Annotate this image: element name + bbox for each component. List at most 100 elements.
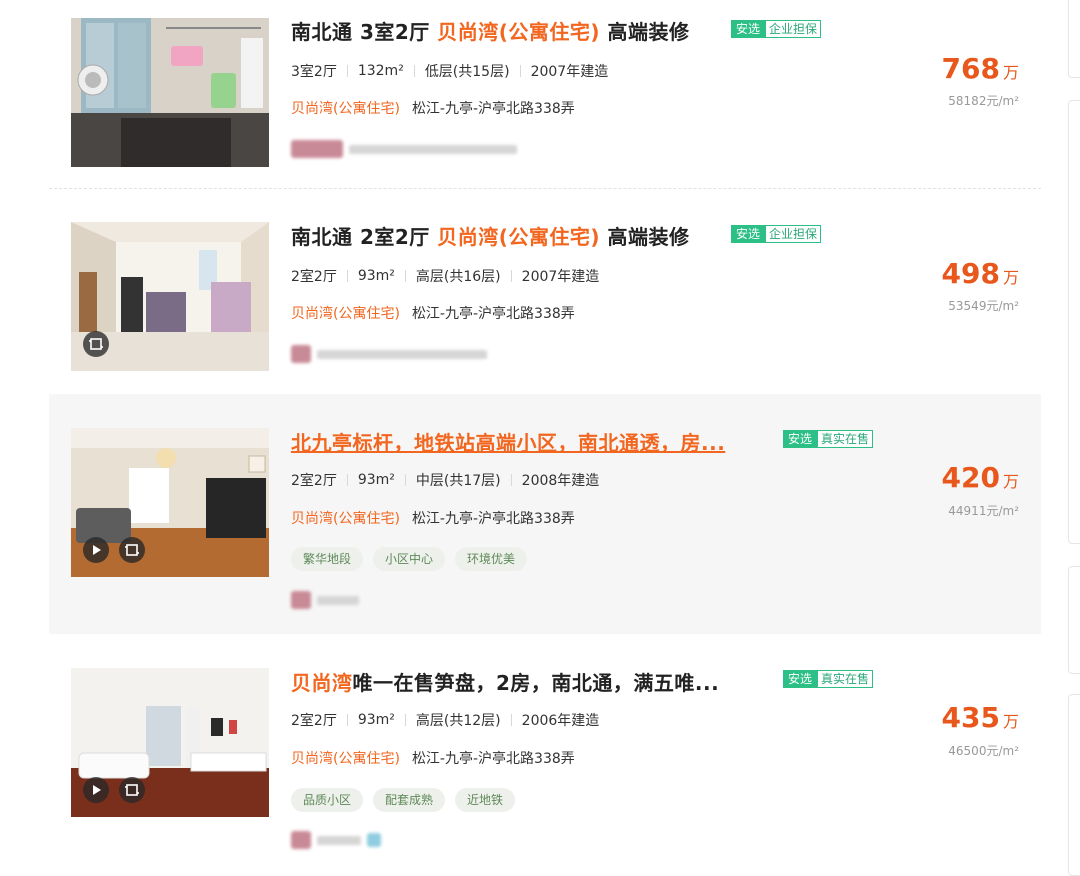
total-price: 435 万 [941, 701, 1019, 734]
agent-avatar [291, 831, 311, 849]
unit-price: 53549元/m² [948, 299, 1019, 313]
address: 松江-九亭-沪亭北路338弄 [411, 511, 575, 527]
rooms: 3室2厅 [291, 64, 337, 80]
community-highlight: 贝尚湾(公寓住宅) [437, 225, 601, 249]
community-link[interactable]: 贝尚湾(公寓住宅) [291, 511, 400, 527]
sidebar-card[interactable] [1068, 566, 1080, 674]
sidebar-card[interactable] [1068, 694, 1080, 876]
sidebar-card[interactable] [1068, 100, 1080, 544]
listing-card[interactable]: 贝尚湾唯一在售笋盘，2房，南北通，满五唯... 安选 真实在售 2室2厅 93m… [49, 634, 1041, 866]
listing-location: 贝尚湾(公寓住宅) 松江-九亭-沪亭北路338弄 [291, 748, 575, 768]
listing-meta: 2室2厅 93m² 高层(共16层) 2007年建造 [291, 266, 599, 286]
listing-meta: 3室2厅 132m² 低层(共15层) 2007年建造 [291, 61, 608, 81]
built-year: 2008年建造 [521, 473, 600, 489]
listing-meta: 2室2厅 93m² 高层(共12层) 2006年建造 [291, 710, 599, 730]
anxuan-tag: 安选 [783, 670, 818, 688]
vr-icon[interactable] [83, 331, 109, 357]
floor: 高层(共12层) [415, 713, 501, 729]
area: 93m² [357, 712, 395, 728]
listing-photo[interactable] [71, 428, 269, 577]
unit-price: 46500元/m² [948, 744, 1019, 758]
divider [346, 474, 348, 486]
sidebar-card[interactable] [1068, 0, 1080, 78]
built-year: 2007年建造 [521, 269, 600, 285]
listing-tags: 安选 真实在售 [783, 430, 874, 448]
listing-card[interactable]: 北九亭标杆，地铁站高端小区，南北通透，房... 安选 真实在售 2室2厅 93m… [49, 394, 1041, 634]
floor: 中层(共17层) [415, 473, 501, 489]
community-link[interactable]: 贝尚湾(公寓住宅) [291, 306, 400, 322]
listing-tags: 安选 企业担保 [731, 225, 822, 243]
feature-chip: 配套成熟 [373, 788, 446, 812]
built-year: 2007年建造 [530, 64, 609, 80]
divider [519, 65, 521, 77]
area: 132m² [357, 63, 404, 79]
agent-info-blurred [291, 830, 381, 850]
agent-info-blurred [291, 139, 517, 159]
feature-chips: 品质小区 配套成熟 近地铁 [291, 788, 516, 812]
verified-badge-icon [367, 833, 381, 847]
address: 松江-九亭-沪亭北路338弄 [411, 101, 575, 117]
balcony-photo [71, 18, 269, 167]
agent-avatar [291, 591, 311, 609]
divider [510, 270, 512, 282]
listing-card[interactable]: 南北通 3室2厅 贝尚湾(公寓住宅) 高端装修 安选 企业担保 3室2厅 132… [49, 0, 1041, 188]
listing-location: 贝尚湾(公寓住宅) 松江-九亭-沪亭北路338弄 [291, 98, 575, 118]
listing-tags: 安选 真实在售 [783, 670, 874, 688]
divider [510, 474, 512, 486]
unit-price: 58182元/m² [948, 94, 1019, 108]
feature-chip: 品质小区 [291, 788, 364, 812]
listing-title[interactable]: 南北通 2室2厅 贝尚湾(公寓住宅) 高端装修 [291, 221, 690, 250]
divider [404, 270, 406, 282]
rooms: 2室2厅 [291, 269, 337, 285]
listing-title[interactable]: 贝尚湾唯一在售笋盘，2房，南北通，满五唯... [291, 667, 719, 696]
feature-chip: 繁华地段 [291, 547, 364, 571]
total-price: 498 万 [941, 257, 1019, 290]
listing-photo[interactable] [71, 18, 269, 167]
community-highlight: 贝尚湾(公寓住宅) [437, 20, 601, 44]
divider [404, 474, 406, 486]
vr-icon[interactable] [119, 777, 145, 803]
community-highlight: 贝尚湾 [291, 671, 353, 695]
divider [510, 714, 512, 726]
community-link[interactable]: 贝尚湾(公寓住宅) [291, 101, 400, 117]
real-for-sale-tag: 真实在售 [817, 430, 874, 448]
anxuan-tag: 安选 [731, 225, 766, 243]
divider [346, 714, 348, 726]
agent-avatar [291, 140, 343, 158]
total-price: 420 万 [941, 461, 1019, 494]
anxuan-tag: 安选 [783, 430, 818, 448]
divider [346, 65, 348, 77]
listing-title[interactable]: 南北通 3室2厅 贝尚湾(公寓住宅) 高端装修 [291, 16, 690, 45]
listing-title[interactable]: 北九亭标杆，地铁站高端小区，南北通透，房... [291, 427, 725, 456]
total-price: 768 万 [941, 52, 1019, 85]
listing-tags: 安选 企业担保 [731, 20, 822, 38]
agent-info-blurred [291, 590, 359, 610]
rooms: 2室2厅 [291, 713, 337, 729]
floor: 高层(共16层) [415, 269, 501, 285]
listing-location: 贝尚湾(公寓住宅) 松江-九亭-沪亭北路338弄 [291, 508, 575, 528]
listing-photo[interactable] [71, 222, 269, 371]
feature-chip: 近地铁 [455, 788, 516, 812]
feature-chip: 小区中心 [373, 547, 446, 571]
address: 松江-九亭-沪亭北路338弄 [411, 751, 575, 767]
video-play-icon[interactable] [83, 537, 109, 563]
rooms: 2室2厅 [291, 473, 337, 489]
unit-price: 44911元/m² [948, 504, 1019, 518]
feature-chips: 繁华地段 小区中心 环境优美 [291, 547, 528, 571]
floor: 低层(共15层) [424, 64, 510, 80]
listing-location: 贝尚湾(公寓住宅) 松江-九亭-沪亭北路338弄 [291, 303, 575, 323]
guarantee-tag: 企业担保 [765, 225, 822, 243]
agent-avatar [291, 345, 311, 363]
video-play-icon[interactable] [83, 777, 109, 803]
listing-card[interactable]: 南北通 2室2厅 贝尚湾(公寓住宅) 高端装修 安选 企业担保 2室2厅 93m… [49, 189, 1041, 393]
listing-photo[interactable] [71, 668, 269, 817]
area: 93m² [357, 268, 395, 284]
agent-info-blurred [291, 344, 487, 364]
anxuan-tag: 安选 [731, 20, 766, 38]
real-for-sale-tag: 真实在售 [817, 670, 874, 688]
address: 松江-九亭-沪亭北路338弄 [411, 306, 575, 322]
vr-icon[interactable] [119, 537, 145, 563]
feature-chip: 环境优美 [455, 547, 528, 571]
built-year: 2006年建造 [521, 713, 600, 729]
community-link[interactable]: 贝尚湾(公寓住宅) [291, 751, 400, 767]
